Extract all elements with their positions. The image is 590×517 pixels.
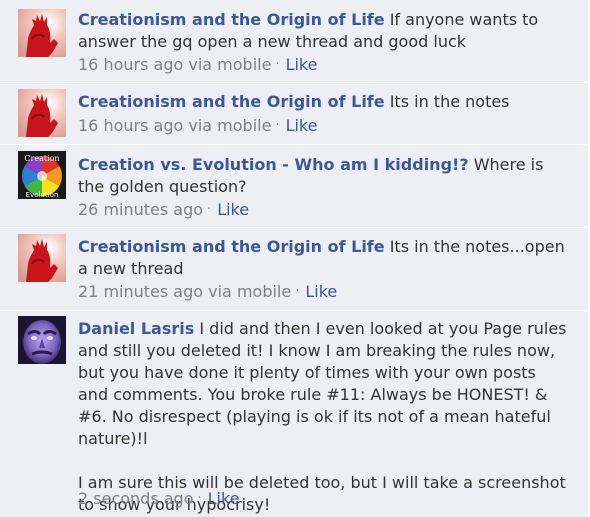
avatar[interactable] xyxy=(18,316,66,364)
comment-item: Creationism and the Origin of Life Its i… xyxy=(0,83,588,145)
meta-separator: · xyxy=(275,118,280,133)
comment-meta: 2 seconds ago · Like xyxy=(78,488,240,512)
like-link[interactable]: Like xyxy=(208,489,240,508)
comment-timestamp[interactable]: 26 minutes ago xyxy=(78,200,203,219)
comment-timestamp[interactable]: 21 minutes ago via mobile xyxy=(78,282,291,301)
purple-face-icon xyxy=(18,316,66,364)
comment-meta: 16 hours ago via mobile · Like xyxy=(78,54,317,78)
like-link[interactable]: Like xyxy=(305,282,337,301)
comment-item: Creation Evolution Creation vs. Evolutio… xyxy=(0,145,588,228)
comment-feed: Creationism and the Origin of Life If an… xyxy=(0,0,590,517)
comment-author-link[interactable]: Creation vs. Evolution - Who am I kiddin… xyxy=(78,155,469,174)
comment-author-link[interactable]: Creationism and the Origin of Life xyxy=(78,237,385,256)
rainbow-creation-evolution-icon: Creation Evolution xyxy=(18,151,66,199)
avatar[interactable] xyxy=(18,89,66,137)
avatar[interactable] xyxy=(18,9,66,57)
meta-separator: · xyxy=(197,491,202,506)
comment-meta: 26 minutes ago · Like xyxy=(78,199,249,223)
comment-text: I did and then I even looked at you Page… xyxy=(78,319,567,448)
like-link[interactable]: Like xyxy=(217,200,249,219)
meta-separator: · xyxy=(275,57,280,72)
comment-meta: 16 hours ago via mobile · Like xyxy=(78,115,317,139)
red-hand-icon xyxy=(18,234,66,282)
comment-timestamp[interactable]: 16 hours ago via mobile xyxy=(78,116,271,135)
svg-text:Creation: Creation xyxy=(24,154,59,163)
comment-author-link[interactable]: Daniel Lasris xyxy=(78,319,194,338)
red-hand-icon xyxy=(18,9,66,57)
comment-body: Creationism and the Origin of Life Its i… xyxy=(78,91,568,113)
comment-timestamp[interactable]: 16 hours ago via mobile xyxy=(78,55,271,74)
avatar[interactable]: Creation Evolution xyxy=(18,151,66,199)
svg-text:Evolution: Evolution xyxy=(26,191,59,199)
meta-separator: · xyxy=(295,284,300,299)
comment-item: Creationism and the Origin of Life Its i… xyxy=(0,228,588,311)
comment-body: Creation vs. Evolution - Who am I kiddin… xyxy=(78,154,568,198)
like-link[interactable]: Like xyxy=(286,55,318,74)
comment-body: Daniel Lasris I did and then I even look… xyxy=(78,318,568,516)
comment-item: Creationism and the Origin of Life If an… xyxy=(0,0,588,83)
comment-author-link[interactable]: Creationism and the Origin of Life xyxy=(78,10,385,29)
comment-body: Creationism and the Origin of Life Its i… xyxy=(78,236,568,280)
meta-separator: · xyxy=(207,202,212,217)
comment-item: Daniel Lasris I did and then I even look… xyxy=(0,311,588,517)
comment-text: Its in the notes xyxy=(389,92,510,111)
comment-author-link[interactable]: Creationism and the Origin of Life xyxy=(78,92,385,111)
comment-timestamp[interactable]: 2 seconds ago xyxy=(78,489,194,508)
comment-body: Creationism and the Origin of Life If an… xyxy=(78,9,568,53)
like-link[interactable]: Like xyxy=(286,116,318,135)
avatar[interactable] xyxy=(18,234,66,282)
red-hand-icon xyxy=(18,89,66,137)
comment-meta: 21 minutes ago via mobile · Like xyxy=(78,281,337,305)
